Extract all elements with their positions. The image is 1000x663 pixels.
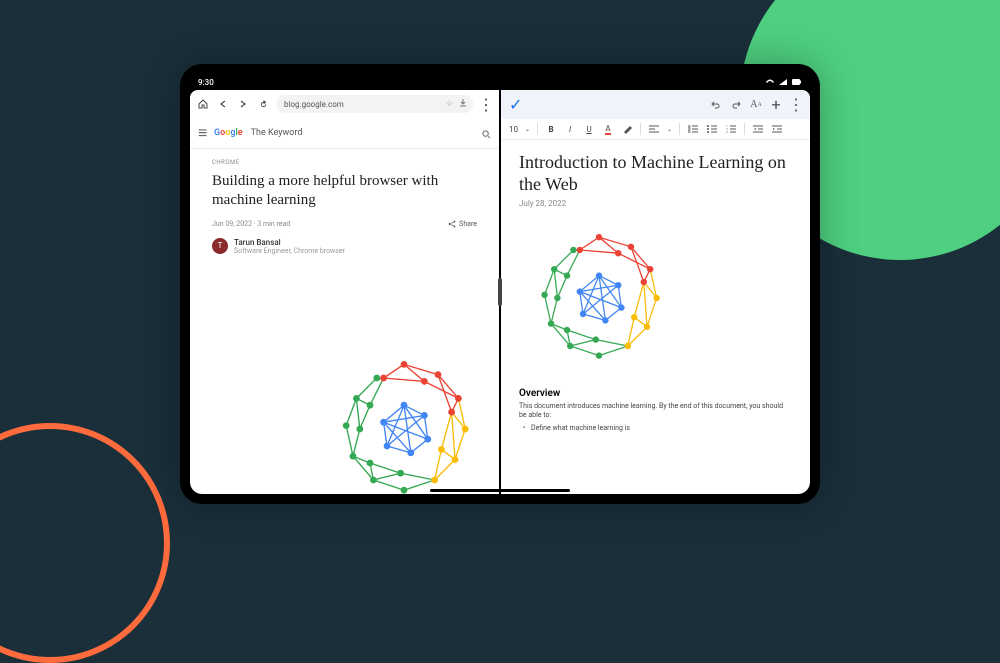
bold-icon[interactable]: B	[545, 123, 557, 135]
gesture-bar[interactable]	[430, 489, 570, 492]
article-meta: Jun 09, 2022 · 3 min read	[212, 220, 290, 228]
underline-icon[interactable]: U	[583, 123, 595, 135]
docs-header: ✓ AA + ⋮	[501, 90, 810, 119]
google-logo: Google	[214, 128, 243, 138]
home-icon[interactable]	[196, 97, 210, 111]
author-role: Software Engineer, Chrome browser	[234, 247, 345, 255]
article-headline: Building a more helpful browser with mac…	[212, 172, 477, 210]
site-header: ≡ Google The Keyword	[190, 118, 499, 149]
check-icon[interactable]: ✓	[509, 95, 522, 114]
list-item: Define what machine learning is	[519, 424, 792, 432]
document-graphic	[519, 218, 679, 378]
browser-pane: blog.google.com ☆ ⋮ ≡ Google The Keyword	[190, 90, 499, 494]
browser-toolbar: blog.google.com ☆ ⋮	[190, 90, 499, 118]
redo-icon[interactable]	[730, 99, 742, 111]
status-bar: 9:30	[190, 74, 810, 90]
url-bar[interactable]: blog.google.com ☆	[276, 95, 473, 113]
document-body[interactable]: Introduction to Machine Learning on the …	[501, 140, 810, 494]
author-block: T Tarun Bansal Software Engineer, Chrome…	[212, 238, 477, 255]
article-content: CHROME Building a more helpful browser w…	[190, 149, 499, 494]
star-icon[interactable]: ☆	[446, 99, 453, 109]
svg-text:3: 3	[726, 130, 728, 133]
outdent-icon[interactable]	[752, 123, 764, 135]
overflow-icon[interactable]: ⋮	[479, 97, 493, 111]
font-size-value[interactable]: 10	[509, 125, 518, 134]
font-size-chevron-icon[interactable]: ⌄	[525, 126, 530, 133]
document-date: July 28, 2022	[519, 199, 792, 208]
document-title: Introduction to Machine Learning on the …	[519, 152, 792, 195]
highlight-icon[interactable]	[621, 123, 633, 135]
article-category: CHROME	[212, 159, 477, 166]
section-heading: Overview	[519, 388, 792, 399]
align-icon[interactable]	[648, 123, 660, 135]
author-name: Tarun Bansal	[234, 238, 345, 247]
back-icon[interactable]	[216, 97, 230, 111]
text-format-icon[interactable]: AA	[750, 99, 762, 111]
indent-icon[interactable]	[771, 123, 783, 135]
docs-pane: ✓ AA + ⋮ 10 ⌄ B I U A	[501, 90, 810, 494]
refresh-icon[interactable]	[256, 97, 270, 111]
site-section: The Keyword	[251, 128, 303, 138]
avatar: T	[212, 238, 228, 254]
align-chevron-icon[interactable]: ⌄	[667, 126, 672, 133]
text-color-icon[interactable]: A	[602, 123, 614, 135]
section-intro: This document introduces machine learnin…	[519, 402, 792, 420]
download-icon[interactable]	[459, 99, 467, 109]
search-icon[interactable]	[482, 124, 491, 143]
checklist-icon[interactable]	[687, 123, 699, 135]
docs-toolbar: 10 ⌄ B I U A ⌄ 123	[501, 119, 810, 140]
docs-overflow-icon[interactable]: ⋮	[790, 99, 802, 111]
forward-icon[interactable]	[236, 97, 250, 111]
undo-icon[interactable]	[710, 99, 722, 111]
italic-icon[interactable]: I	[564, 123, 576, 135]
insert-icon[interactable]: +	[770, 99, 782, 111]
menu-icon[interactable]: ≡	[198, 123, 208, 143]
number-list-icon[interactable]: 123	[725, 123, 737, 135]
article-hero-graphic	[319, 344, 489, 494]
share-button[interactable]: Share	[448, 220, 477, 228]
tablet-frame: 9:30 blog.google.com ☆	[180, 64, 820, 504]
url-text: blog.google.com	[284, 100, 344, 109]
status-icons	[763, 78, 802, 87]
bullet-list-icon[interactable]	[706, 123, 718, 135]
status-time: 9:30	[198, 78, 214, 87]
